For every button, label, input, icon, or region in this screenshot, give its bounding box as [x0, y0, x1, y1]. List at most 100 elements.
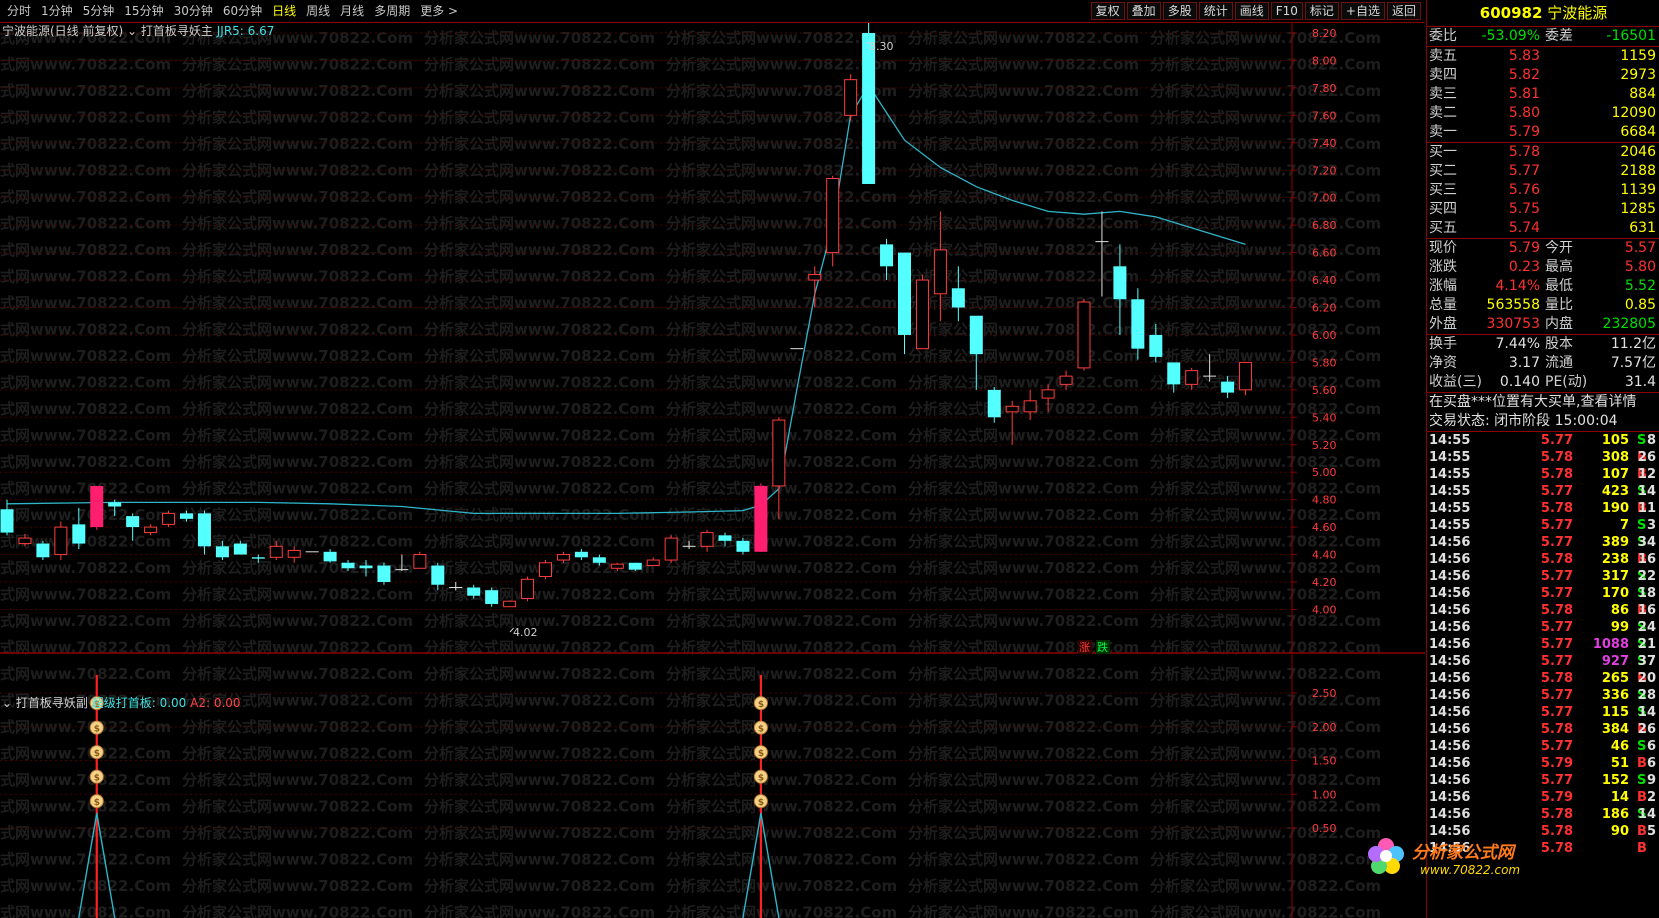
- y-tick-label: 6.80: [1312, 219, 1337, 232]
- watermark-text: 分析家公式网www.70822.Com: [0, 559, 171, 577]
- watermark-text: 分析家公式网www.70822.Com: [666, 771, 897, 789]
- quote-row: 外盘 330753 内盘 232805: [1429, 316, 1656, 332]
- tick-row: 14:56 5.78 86 B 16: [1429, 603, 1656, 618]
- tick-row: 14:56 5.77 336 S 28: [1429, 688, 1656, 703]
- chevron-down-icon[interactable]: ⌄: [2, 696, 12, 710]
- add-watchlist-button[interactable]: +自选: [1340, 2, 1385, 20]
- watermark-text: 分析家公式网www.70822.Com: [0, 268, 171, 286]
- watermark-text: 分析家公式网www.70822.Com: [424, 29, 655, 47]
- svg-text:$: $: [758, 749, 764, 759]
- order-book-row: 卖三 5.81 884: [1429, 86, 1656, 102]
- low-price-label: 4.02: [513, 626, 538, 639]
- main-indicator-name[interactable]: 打首板寻妖主: [141, 24, 213, 38]
- tab-5min[interactable]: 5分钟: [78, 3, 120, 19]
- candle: [915, 274, 929, 350]
- sub-y-tick-label: 2.00: [1312, 721, 1337, 734]
- watermark-text: 分析家公式网www.70822.Com: [666, 692, 897, 710]
- candle: [754, 483, 768, 552]
- f10-button[interactable]: F10: [1270, 2, 1303, 20]
- candle: [521, 576, 535, 602]
- watermark-text: 分析家公式网www.70822.Com: [424, 453, 655, 471]
- tick-row: 14:55 5.77 7 S 3: [1429, 518, 1656, 533]
- tick-list[interactable]: 14:55 5.77 105 S 8 14:55 5.78 308 B 26 14:55 5.78 10…: [1427, 432, 1659, 857]
- watermark-text: 分析家公式网www.70822.Com: [1150, 453, 1381, 471]
- watermark-text: 分析家公式网www.70822.Com: [666, 215, 897, 233]
- draw-line-button[interactable]: 画线: [1234, 2, 1269, 20]
- watermark-text: 分析家公式网www.70822.Com: [182, 241, 413, 259]
- watermark-text: 分析家公式网www.70822.Com: [1150, 374, 1381, 392]
- candle-body: [341, 562, 355, 569]
- statistics-button[interactable]: 统计: [1198, 2, 1233, 20]
- candle-body: [269, 545, 283, 558]
- big-order-notice[interactable]: 在买盘***位置有大买单,查看详情: [1427, 393, 1659, 412]
- tab-fenshi[interactable]: 分时: [2, 3, 36, 19]
- candle-body: [718, 535, 732, 541]
- y-tick-label: 8.20: [1312, 27, 1337, 40]
- tab-1min[interactable]: 1分钟: [36, 3, 78, 19]
- y-tick-label: 6.40: [1312, 274, 1337, 287]
- candle-body: [1221, 381, 1235, 393]
- tab-60min[interactable]: 60分钟: [218, 3, 267, 19]
- svg-text:$: $: [94, 774, 100, 784]
- watermark-text: 分析家公式网www.70822.Com: [1150, 56, 1381, 74]
- watermark-text: 分析家公式网www.70822.Com: [182, 639, 413, 657]
- chevron-down-icon[interactable]: ⌄: [127, 24, 137, 38]
- watermark-text: 分析家公式网www.70822.Com: [182, 798, 413, 816]
- watermark-text: 分析家公式网www.70822.Com: [908, 824, 1139, 842]
- order-book-row: 卖五 5.83 1159: [1429, 48, 1656, 64]
- watermark-text: 分析家公式网www.70822.Com: [666, 824, 897, 842]
- watermark-text: 分析家公式网www.70822.Com: [908, 771, 1139, 789]
- back-button[interactable]: 返回: [1386, 2, 1421, 20]
- tab-monthly[interactable]: 月线: [335, 3, 369, 19]
- mark-button[interactable]: 标记: [1304, 2, 1339, 20]
- candle: [54, 521, 68, 561]
- restore-rights-button[interactable]: 复权: [1090, 2, 1125, 20]
- watermark-text: 分析家公式网www.70822.Com: [182, 877, 413, 895]
- candle-body: [503, 600, 517, 608]
- candle: [485, 587, 499, 607]
- tab-30min[interactable]: 30分钟: [169, 3, 218, 19]
- tab-weekly[interactable]: 周线: [301, 3, 335, 19]
- watermark-text: 分析家公式网www.70822.Com: [424, 771, 655, 789]
- tab-more[interactable]: 更多 >: [415, 3, 463, 19]
- sub-line1-value: 超级打首板: 0.00: [91, 696, 187, 710]
- watermark-text: 分析家公式网www.70822.Com: [1150, 533, 1381, 551]
- watermark-text: 分析家公式网www.70822.Com: [666, 321, 897, 339]
- candle-body: [844, 79, 858, 116]
- candle-body: [915, 279, 929, 350]
- candle: [90, 485, 104, 530]
- candle: [539, 560, 552, 580]
- money-bag-icon: $: [89, 745, 104, 760]
- watermark-text: 分析家公式网www.70822.Com: [182, 427, 413, 445]
- watermark-text: 分析家公式网www.70822.Com: [908, 321, 1139, 339]
- watermark-text: 分析家公式网www.70822.Com: [424, 586, 655, 604]
- money-bag-icon: $: [753, 720, 768, 735]
- multi-stock-button[interactable]: 多股: [1162, 2, 1197, 20]
- fundamental-row: 收益(三) 0.140 PE(动) 31.4: [1429, 374, 1656, 390]
- stock-code: 600982: [1479, 4, 1543, 22]
- tab-15min[interactable]: 15分钟: [119, 3, 168, 19]
- watermark-text: 分析家公式网www.70822.Com: [182, 851, 413, 869]
- watermark-text: 分析家公式网www.70822.Com: [666, 798, 897, 816]
- candle-body: [880, 244, 894, 267]
- tab-multi-period[interactable]: 多周期: [369, 3, 415, 19]
- high-price-label: 8.30: [869, 40, 894, 53]
- candle: [377, 562, 391, 585]
- y-tick-label: 5.80: [1312, 356, 1337, 369]
- y-tick-label: 4.20: [1312, 576, 1337, 589]
- svg-text:$: $: [94, 725, 100, 735]
- sub-indicator-name[interactable]: 打首板寻妖副: [16, 696, 88, 710]
- y-tick-label: 5.00: [1312, 466, 1337, 479]
- watermark-text: 分析家公式网www.70822.Com: [0, 135, 171, 153]
- watermark-text: 分析家公式网www.70822.Com: [182, 215, 413, 233]
- money-bag-icon: $: [89, 769, 104, 784]
- overlay-button[interactable]: 叠加: [1126, 2, 1161, 20]
- kline-chart[interactable]: 分析家公式网www.70822.Com 分析家公式网www.70822.Com 分析…: [0, 23, 1425, 918]
- tick-row: 14:56 5.79 51 B 6: [1429, 756, 1656, 771]
- tick-row: 14:56 5.77 46 S 6: [1429, 739, 1656, 754]
- tab-daily[interactable]: 日线: [267, 3, 301, 19]
- candle: [664, 535, 678, 563]
- watermark-text: 分析家公式网www.70822.Com: [182, 188, 413, 206]
- watermark-text: 分析家公式网www.70822.Com: [182, 745, 413, 763]
- candle-body: [1113, 266, 1127, 300]
